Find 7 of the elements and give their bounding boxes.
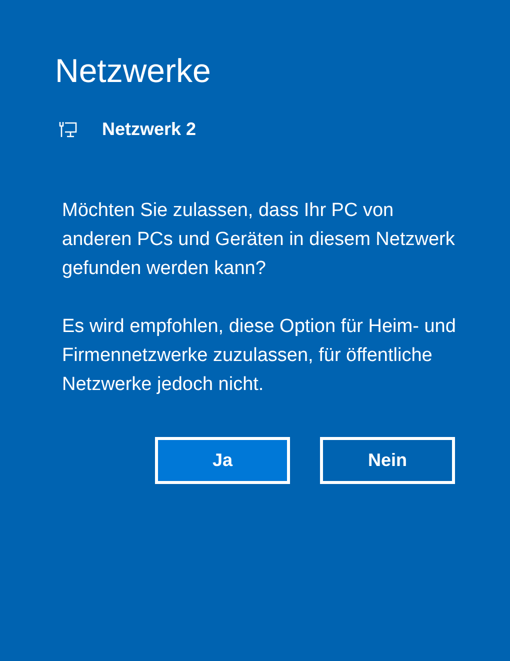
- dialog-title: Netzwerke: [55, 51, 212, 91]
- no-button[interactable]: Nein: [320, 437, 455, 484]
- network-computer-icon: [58, 120, 78, 138]
- yes-button[interactable]: Ja: [155, 437, 290, 484]
- message-text: Es wird empfohlen, diese Option für Heim- und Firmennetzwerke zuzulassen, für öffentliche Netzwerke jedoch nicht.: [62, 315, 457, 397]
- message-text: Möchten Sie zulassen, dass Ihr PC von anderen PCs und Geräten in diesem Netzwerk gefunden werden kann?: [62, 199, 456, 281]
- network-name: Netzwerk 2: [102, 118, 196, 140]
